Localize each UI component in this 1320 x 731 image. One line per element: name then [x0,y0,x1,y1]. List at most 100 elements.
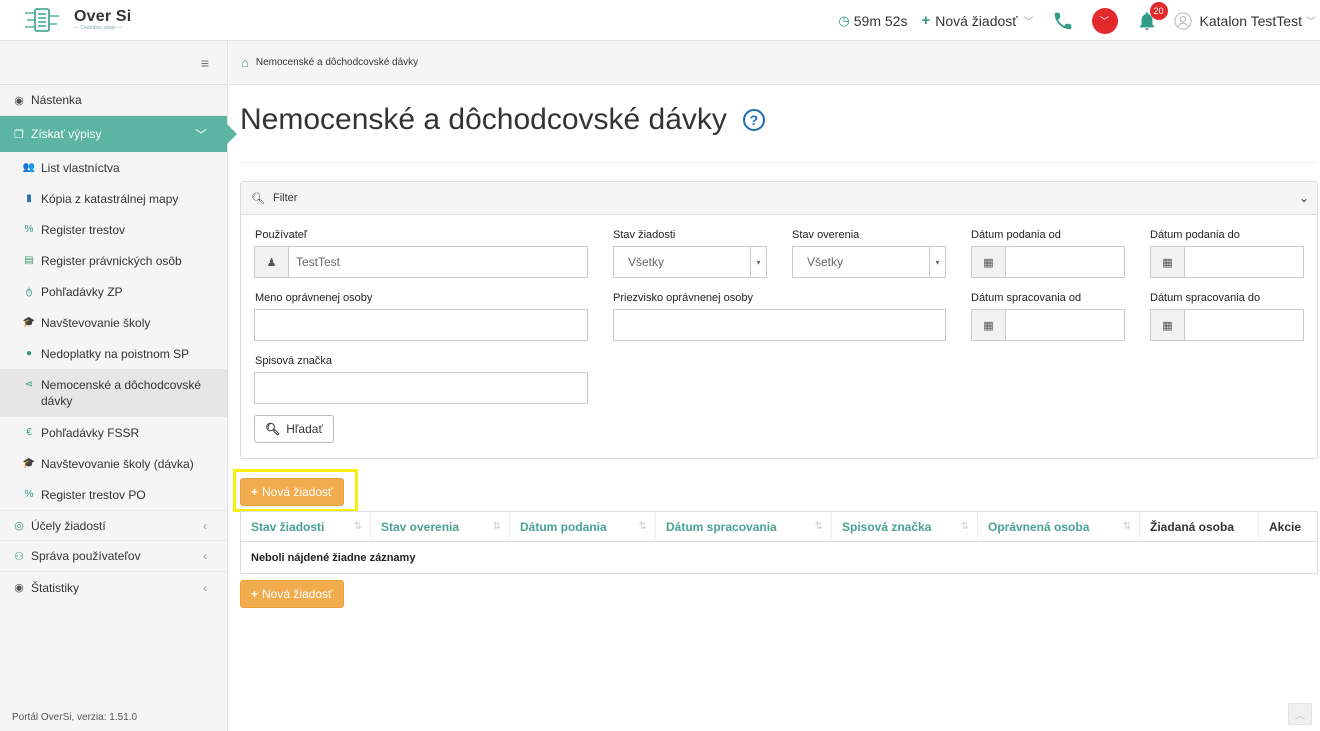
verify-value: Všetky [807,255,844,269]
verify-select[interactable]: Všetky ▾ [792,246,946,278]
sidebar-item-user-management[interactable]: ⚇ Správa používateľov ‹ [0,541,227,572]
sidebar-toggle[interactable]: ≡ [0,41,227,85]
hamburger-icon: ≡ [200,54,209,71]
process-from-field[interactable]: ▦ [971,309,1125,341]
sidebar-subitem-criminal-register-po[interactable]: % Register trestov PO [0,479,227,510]
sidebar-subitem-label: Register trestov [41,222,126,237]
first-name-input[interactable] [254,309,588,341]
brand[interactable]: Over Si — Centrálne údaje — [0,7,228,33]
state-select[interactable]: Všetky ▾ [613,246,767,278]
timer-value: 59m 52s [853,12,908,29]
user-menu[interactable]: Katalon TestTest ﹀ [1173,11,1316,30]
chevron-down-icon: ﹀ [1306,17,1316,28]
empty-table-message: Neboli nájdené žiadne záznamy [241,542,1317,573]
column-file-number[interactable]: Spisová značka ⇅ [832,511,978,542]
calendar-icon: ▦ [1151,310,1185,340]
sidebar-subitem-label: Nedoplatky na poistnom SP [41,346,190,361]
euro-icon: € [26,427,32,438]
sidebar-item-get-extracts[interactable]: ❐ Získať výpisy ﹀ [0,116,237,152]
sort-icon: ⇅ [638,521,647,532]
new-request-dropdown[interactable]: + Nová žiadosť ﹀ [921,12,1033,29]
help-icon[interactable]: ? [742,109,765,131]
process-from-label: Dátum spracovania od [971,292,1082,304]
sidebar-item-dashboard[interactable]: ◉ Nástenka [0,85,227,116]
sidebar-subitem-label: Pohľadávky ZP [41,284,123,299]
notifications-button[interactable]: 20 [1136,1,1168,32]
session-timer: ◷ 59m 52s [838,13,907,29]
phone-icon[interactable] [1052,10,1074,32]
submit-from-field[interactable]: ▦ [971,246,1125,278]
sort-icon: ⇅ [1122,521,1131,532]
sort-icon: ⇅ [492,521,501,532]
calendar-icon: ▦ [1151,247,1185,277]
submit-to-field[interactable]: ▦ [1150,246,1304,278]
sidebar-subitem-label: Register právnických osôb [41,253,182,268]
sidebar-item-request-purposes[interactable]: ◎ Účely žiadostí ‹ [0,510,227,541]
plus-icon: + [251,587,259,601]
alert-dropdown-button[interactable]: ﹀ [1091,7,1118,34]
sidebar-item-statistics[interactable]: ◉ Štatistiky ‹ [0,572,227,603]
chevron-down-icon: ⌄ [1298,191,1309,205]
new-request-button[interactable]: + Nová žiadosť [240,478,344,506]
column-submit-date[interactable]: Dátum podania ⇅ [510,511,656,542]
sidebar-subitem-fssr-claims[interactable]: € Pohľadávky FSSR [0,417,227,448]
breadcrumb: ⌂ Nemocenské a dôchodcovské dávky [229,41,1320,85]
sidebar-subitem-ownership-list[interactable]: 👥 List vlastníctva [0,152,227,183]
search-button-label: Hľadať [286,422,323,436]
user-name: Katalon TestTest [1199,12,1302,29]
search-button[interactable]: 🔍︎ Hľadať [254,415,334,443]
column-authorized-person[interactable]: Oprávnená osoba ⇅ [978,511,1140,542]
sort-icon: ⇅ [353,521,362,532]
sidebar: ≡ ◉ Nástenka ❐ Získať výpisy ﹀ 👥 List vl… [0,41,237,731]
file-number-input[interactable] [254,372,588,404]
column-label: Dátum podania [520,519,607,534]
column-request-state[interactable]: Stav žiadosti ⇅ [241,511,371,542]
column-label: Dátum spracovania [666,519,777,534]
column-label: Akcie [1269,519,1302,534]
sidebar-subitem-school-attendance[interactable]: 🎓 Navštevovanie školy [0,307,227,338]
process-to-label: Dátum spracovania do [1150,292,1261,304]
home-icon[interactable]: ⌂ [241,55,249,70]
new-request-button-bottom[interactable]: + Nová žiadosť [240,580,344,608]
last-name-input[interactable] [613,309,946,341]
plus-icon: + [251,485,259,499]
submit-from-label: Dátum podania od [971,229,1061,241]
search-icon: 🔍︎ [251,192,265,205]
user-field[interactable]: ♟ TestTest [254,246,588,278]
column-label: Stav žiadosti [251,519,325,534]
breadcrumb-current: Nemocenské a dôchodcovské dávky [255,57,419,68]
scroll-to-top-button[interactable]: ︿ [1288,703,1312,725]
chevron-down-icon: ﹀ [1023,17,1034,28]
column-process-date[interactable]: Dátum spracovania ⇅ [656,511,832,542]
column-requested-person: Žiadaná osoba [1140,511,1259,542]
sidebar-subitem-legal-entities[interactable]: ▤ Register právnických osôb [0,245,227,276]
sort-icon: ⇅ [814,521,823,532]
sort-icon: ⇅ [960,521,969,532]
graduation-cap-icon: 🎓 [22,317,36,328]
percent-icon: % [24,224,34,235]
sidebar-subitem-label: Navštevovanie školy (dávka) [41,456,194,471]
target-icon: ◎ [14,520,24,532]
chevron-down-icon: ▾ [750,247,766,277]
sidebar-subitem-criminal-register[interactable]: % Register trestov [0,214,227,245]
last-name-label: Priezvisko oprávnenej osoby [613,292,754,304]
filter-header[interactable]: 🔍︎ Filter ⌄ [241,182,1317,215]
process-to-field[interactable]: ▦ [1150,309,1304,341]
sidebar-subitem-health-claims[interactable]: ტ Pohľadávky ZP [0,276,227,307]
requests-table: Stav žiadosti ⇅ Stav overenia ⇅ Dátum po… [240,511,1318,574]
sidebar-subitem-label: List vlastníctva [41,160,120,175]
sidebar-subitem-cadastral-map[interactable]: ▮ Kópia z katastrálnej mapy [0,183,227,214]
sidebar-subitem-school-attendance-batch[interactable]: 🎓 Navštevovanie školy (dávka) [0,448,227,479]
column-verification-state[interactable]: Stav overenia ⇅ [371,511,510,542]
sidebar-item-label: Správa používateľov [31,549,141,563]
page-title-row: Nemocenské a dôchodcovské dávky ? [240,103,765,137]
sidebar-subitem-insurance-arrears[interactable]: ● Nedoplatky na poistnom SP [0,338,227,369]
column-label: Žiadaná osoba [1150,519,1235,534]
new-request-label: Nová žiadosť [935,12,1018,29]
sidebar-subitem-sickness-pension[interactable]: ⋖ Nemocenské a dôchodcovské dávky [0,369,227,417]
table-header: Stav žiadosti ⇅ Stav overenia ⇅ Dátum po… [241,511,1317,542]
submit-to-label: Dátum podania do [1150,229,1240,241]
chevron-down-icon: ▾ [929,247,945,277]
file-number-label: Spisová značka [255,355,333,367]
top-navbar: Over Si — Centrálne údaje — ◷ 59m 52s + … [0,0,1320,41]
